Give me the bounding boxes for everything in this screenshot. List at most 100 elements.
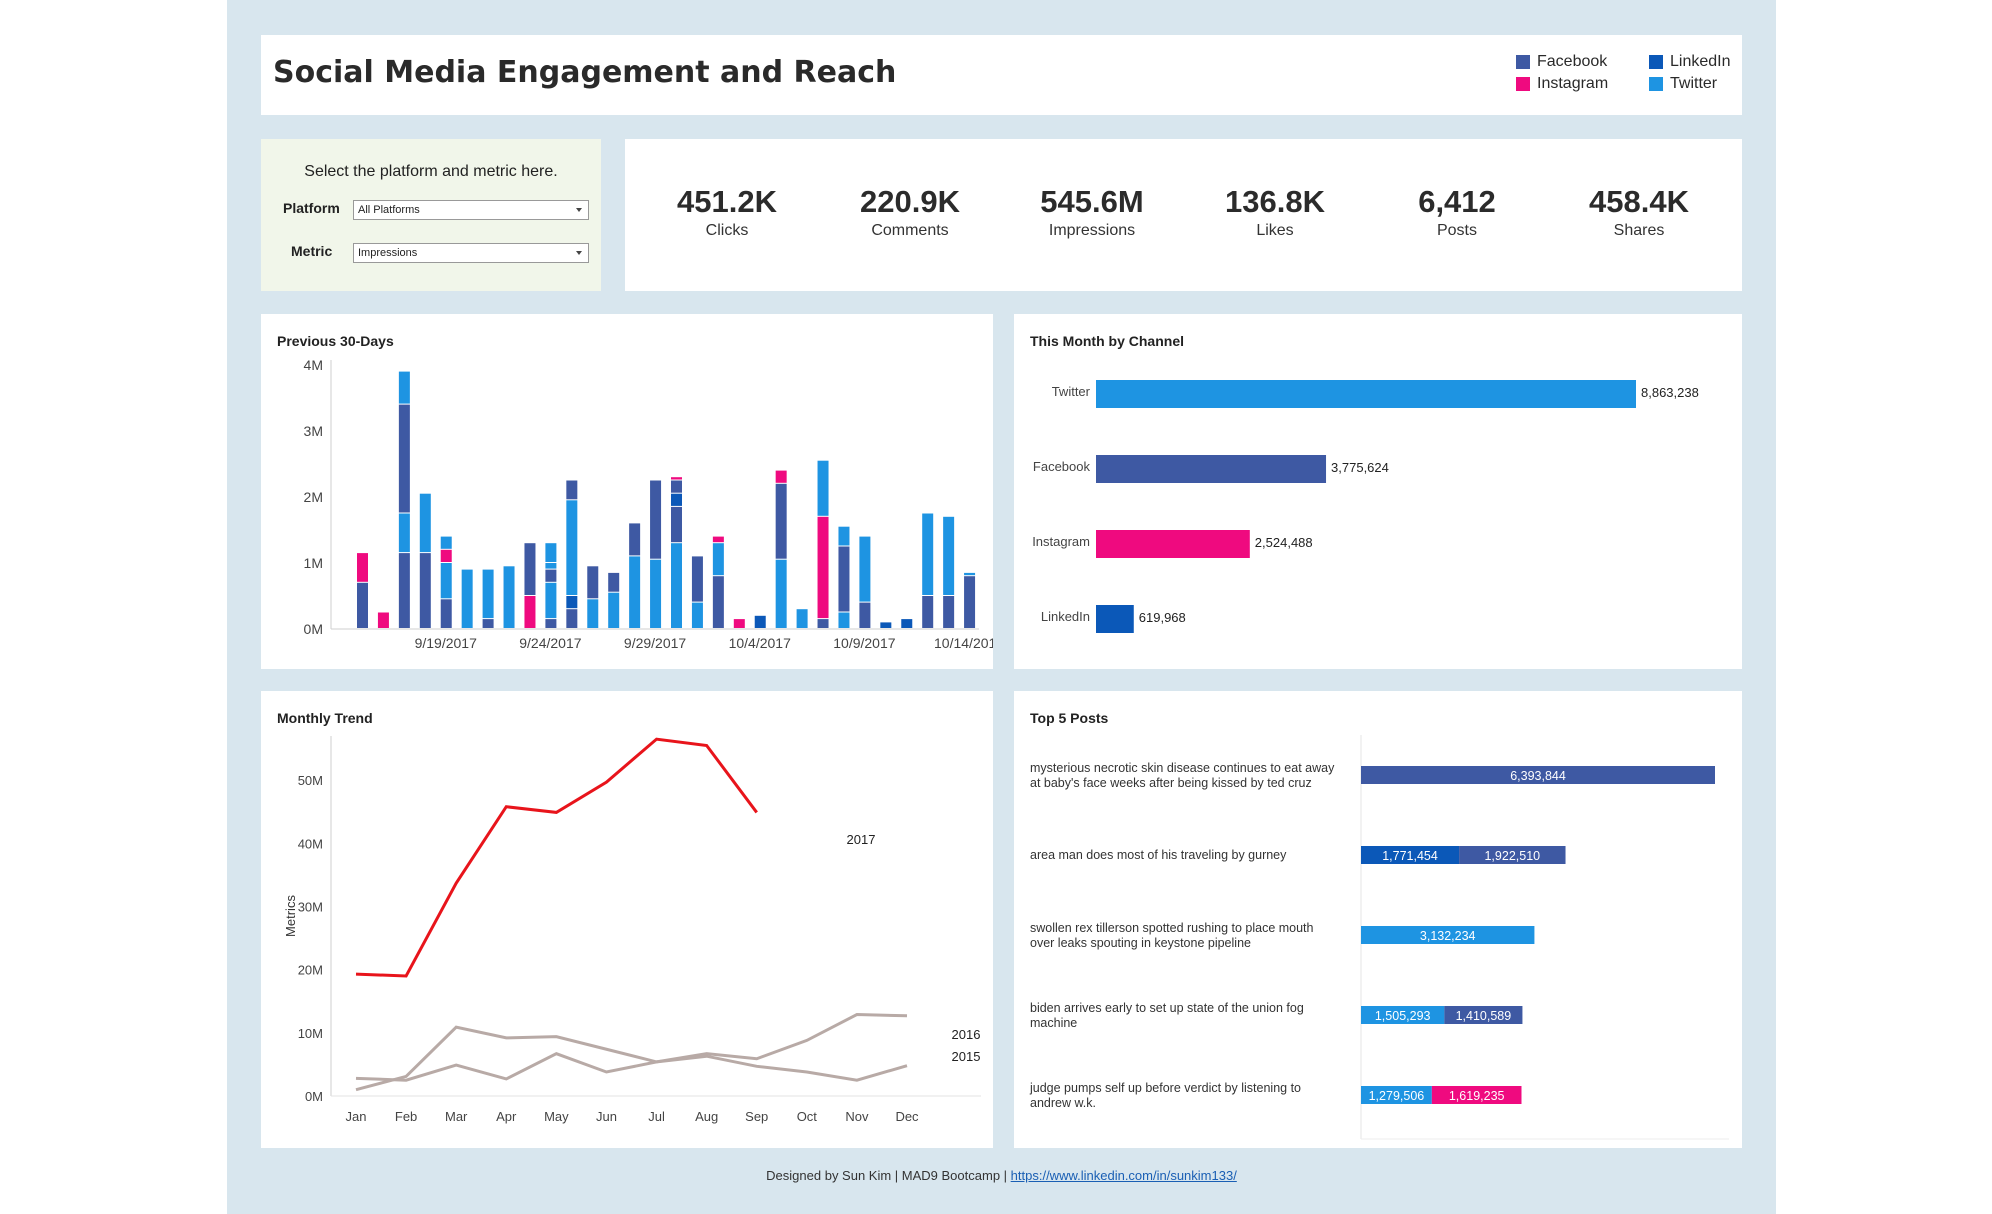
x-tick-label: 9/24/2017 bbox=[519, 635, 581, 651]
platform-value: All Platforms bbox=[358, 204, 420, 216]
bar-segment bbox=[377, 612, 389, 628]
series-label-2015: 2015 bbox=[952, 1049, 981, 1064]
footer-link[interactable]: https://www.linkedin.com/in/sunkim133/ bbox=[1011, 1168, 1237, 1183]
channel-label: Facebook bbox=[1033, 459, 1091, 474]
bar-segment bbox=[691, 602, 703, 628]
x-tick-label: Jan bbox=[346, 1109, 367, 1124]
post-value-label: 6,393,844 bbox=[1510, 769, 1566, 783]
top-posts-bar-chart: mysterious necrotic skin disease continu… bbox=[1029, 735, 1729, 1140]
bar-segment bbox=[587, 599, 599, 628]
metric-value: Impressions bbox=[358, 247, 418, 259]
bar-segment bbox=[859, 602, 871, 628]
bar-segment bbox=[608, 592, 620, 628]
daily-stacked-bar-chart: 0M 1M 2M 3M 4M 9/19/2017 9/24/2017 9/29/2017 10/… bbox=[304, 357, 993, 651]
bar-segment bbox=[587, 566, 599, 599]
trend-line-2015 bbox=[355, 1052, 908, 1082]
bar-segment bbox=[650, 480, 662, 559]
bar-segment bbox=[440, 563, 452, 599]
legend-label: Twitter bbox=[1670, 75, 1718, 92]
bar-segment bbox=[503, 566, 515, 628]
metric-label: Metric bbox=[291, 243, 333, 259]
post-title-line: machine bbox=[1030, 1016, 1077, 1030]
bar-segment bbox=[524, 543, 536, 595]
bar-segment bbox=[482, 619, 494, 628]
bar-segment bbox=[566, 480, 578, 500]
channel-value-label: 8,863,238 bbox=[1641, 385, 1699, 400]
monthly-trend-line-chart: 0M 10M 20M 30M 40M 50M Metrics Jan Feb Mar Apr May J… bbox=[283, 736, 981, 1124]
kpi-value: 136.8K bbox=[1225, 184, 1325, 219]
x-tick-label: Jun bbox=[596, 1109, 617, 1124]
bar-segment bbox=[671, 493, 682, 506]
channel-value-label: 3,775,624 bbox=[1331, 460, 1389, 475]
post-title-line: andrew w.k. bbox=[1030, 1096, 1096, 1110]
post-title-line: mysterious necrotic skin disease continu… bbox=[1030, 761, 1335, 775]
bar-segment bbox=[650, 559, 662, 628]
filter-prompt: Select the platform and metric here. bbox=[304, 163, 558, 180]
bar-segment bbox=[775, 483, 787, 559]
kpi-value: 458.4K bbox=[1589, 184, 1689, 219]
bar-segment bbox=[545, 563, 557, 569]
x-tick-label: 10/4/2017 bbox=[729, 635, 791, 651]
linkedin-swatch bbox=[1649, 55, 1663, 69]
bar-segment bbox=[357, 582, 368, 628]
kpi-impressions: 545.6M Impressions bbox=[1012, 184, 1172, 240]
kpi-value: 6,412 bbox=[1418, 184, 1496, 219]
bar-segment bbox=[398, 553, 410, 628]
x-tick-label: Nov bbox=[845, 1109, 869, 1124]
platform-select[interactable]: All Platforms bbox=[353, 200, 589, 220]
post-value-label: 1,279,506 bbox=[1369, 1089, 1425, 1103]
legend-label: Instagram bbox=[1537, 75, 1609, 92]
kpi-value: 220.9K bbox=[860, 184, 960, 219]
bar-segment bbox=[712, 543, 724, 576]
channel-bar bbox=[1096, 455, 1327, 483]
bar-segment bbox=[398, 513, 410, 553]
bar-segment bbox=[545, 619, 557, 628]
legend-label: LinkedIn bbox=[1670, 53, 1731, 70]
bar-segment bbox=[461, 569, 473, 628]
bar-segment bbox=[440, 536, 452, 549]
facebook-swatch bbox=[1516, 55, 1530, 69]
bar-segment bbox=[545, 543, 557, 562]
trend-line-2016 bbox=[355, 1013, 908, 1092]
x-tick-label: Aug bbox=[695, 1109, 718, 1124]
post-title-line: area man does most of his traveling by g… bbox=[1030, 848, 1287, 862]
channel-label: LinkedIn bbox=[1041, 609, 1090, 624]
legend-label: Facebook bbox=[1537, 53, 1608, 70]
footer: Designed by Sun Kim | MAD9 Bootcamp | ht… bbox=[227, 1168, 1776, 1183]
y-tick-label: 30M bbox=[298, 900, 323, 915]
bar-segment bbox=[838, 546, 850, 612]
bar-segment bbox=[440, 549, 452, 562]
footer-text: Designed by Sun Kim | MAD9 Bootcamp | bbox=[766, 1168, 1011, 1183]
post-value-label: 3,132,234 bbox=[1420, 929, 1476, 943]
kpi-value: 545.6M bbox=[1040, 184, 1144, 219]
x-tick-label: 9/19/2017 bbox=[415, 635, 477, 651]
x-tick-label: Sep bbox=[745, 1109, 768, 1124]
bar-segment bbox=[566, 500, 578, 595]
x-tick-label: 9/29/2017 bbox=[624, 635, 686, 651]
top-posts-card: Top 5 Posts mysterious necrotic skin dis… bbox=[1014, 691, 1742, 1148]
channel-bar-chart: Twitter 8,863,238 Facebook 3,775,624 Instagr… bbox=[1032, 380, 1699, 633]
channel-bar bbox=[1096, 380, 1636, 408]
kpi-label: Clicks bbox=[705, 222, 749, 239]
y-tick-label: 3M bbox=[304, 423, 323, 439]
kpi-comments: 220.9K Comments bbox=[830, 184, 990, 240]
bar-segment bbox=[398, 404, 410, 513]
twitter-swatch bbox=[1649, 77, 1663, 91]
post-value-label: 1,922,510 bbox=[1484, 849, 1540, 863]
y-tick-label: 0M bbox=[304, 621, 323, 637]
bar-segment bbox=[733, 619, 745, 628]
metric-select[interactable]: Impressions bbox=[353, 243, 589, 263]
bar-segment bbox=[671, 477, 682, 480]
bar-segment bbox=[671, 506, 682, 543]
bar-segment bbox=[817, 516, 829, 619]
legend-linkedin: LinkedIn bbox=[1649, 53, 1731, 71]
channel-label: Instagram bbox=[1032, 534, 1090, 549]
bar-segment bbox=[566, 596, 578, 609]
bar-segment bbox=[545, 582, 557, 619]
bar-segment bbox=[775, 470, 787, 483]
post-value-label: 1,505,293 bbox=[1375, 1009, 1431, 1023]
kpi-label: Likes bbox=[1256, 222, 1294, 239]
bar-segment bbox=[838, 526, 850, 546]
trend-line-2017 bbox=[355, 737, 758, 978]
y-tick-label: 40M bbox=[298, 836, 323, 851]
